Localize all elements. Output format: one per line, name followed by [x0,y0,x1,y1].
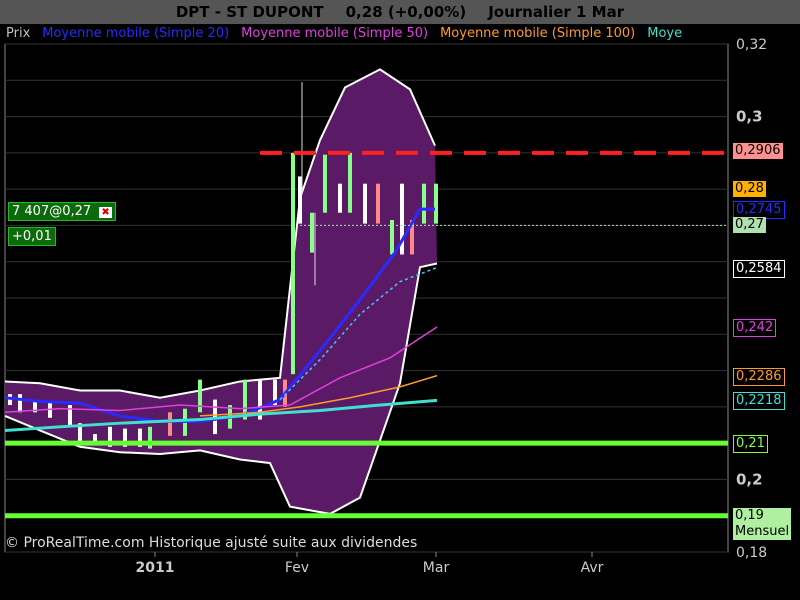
price-change-box: +0,01 [8,227,56,246]
price-bar [422,183,426,224]
x-tick-label: Avr [581,560,604,576]
price-bar [376,183,380,224]
price-quote-box[interactable]: 7 407@0,27 ✖ [8,202,116,221]
price-bar [298,176,302,224]
legend-item[interactable]: Prix [6,26,30,41]
chart-header: DPT - ST DUPONT 0,28 (+0,00%) Journalier… [0,0,800,24]
y-tick-label: 0,32 [736,37,767,53]
legend-item[interactable]: Moyenne mobile (Simple 20) [42,26,229,41]
price-bar [348,152,352,213]
price-bar [338,183,342,213]
price-bar [434,183,438,224]
price-tag: 0,2906 [733,142,783,159]
y-tick-label: 0,18 [736,545,767,561]
price-tag: 0,19 Mensuel [733,507,792,540]
price-tag: 0,27 [733,217,766,234]
price-tag: 0,2286 [733,367,785,386]
close-icon[interactable]: ✖ [99,207,112,218]
price-bar [363,183,367,224]
indicator-legend: Prix Moyenne mobile (Simple 20) Moyenne mo… [6,24,726,44]
copyright-note: © ProRealTime.com Historique ajusté suit… [5,535,418,551]
price-chart[interactable]: 0,32 0,3 0,2 0,18 2011 Fev Mar Avr [0,0,800,600]
price-change: 0,28 (+0,00%) [345,3,467,21]
price-bar [18,394,22,413]
legend-item[interactable]: Moyenne mobile (Simple 100) [440,26,635,41]
period-label: Journalier 1 Mar [488,3,625,21]
y-tick-label: 0,2 [736,470,763,488]
price-tag: 0,28 [733,181,766,198]
symbol-title: DPT - ST DUPONT [175,3,324,21]
x-tick-label: Fev [285,560,309,576]
price-quote: 7 407@0,27 [12,204,92,219]
price-bar [323,154,327,213]
price-tag: 0,21 [733,435,768,454]
price-bar [168,412,172,436]
price-bar [310,212,314,253]
x-tick-label: Mar [423,560,450,576]
price-tag: 0,2218 [733,392,785,411]
x-tick-label: 2011 [136,560,175,576]
price-bar [198,379,202,413]
price-tag: 0,242 [733,319,777,338]
price-tag: 0,2745 [733,201,785,220]
y-tick-label: 0,3 [736,108,763,126]
legend-item[interactable]: Moye [647,26,682,41]
price-change-value: +0,01 [12,229,52,244]
price-bar [291,152,295,375]
price-tag: 0,2584 [733,259,785,278]
legend-item[interactable]: Moyenne mobile (Simple 50) [241,26,428,41]
